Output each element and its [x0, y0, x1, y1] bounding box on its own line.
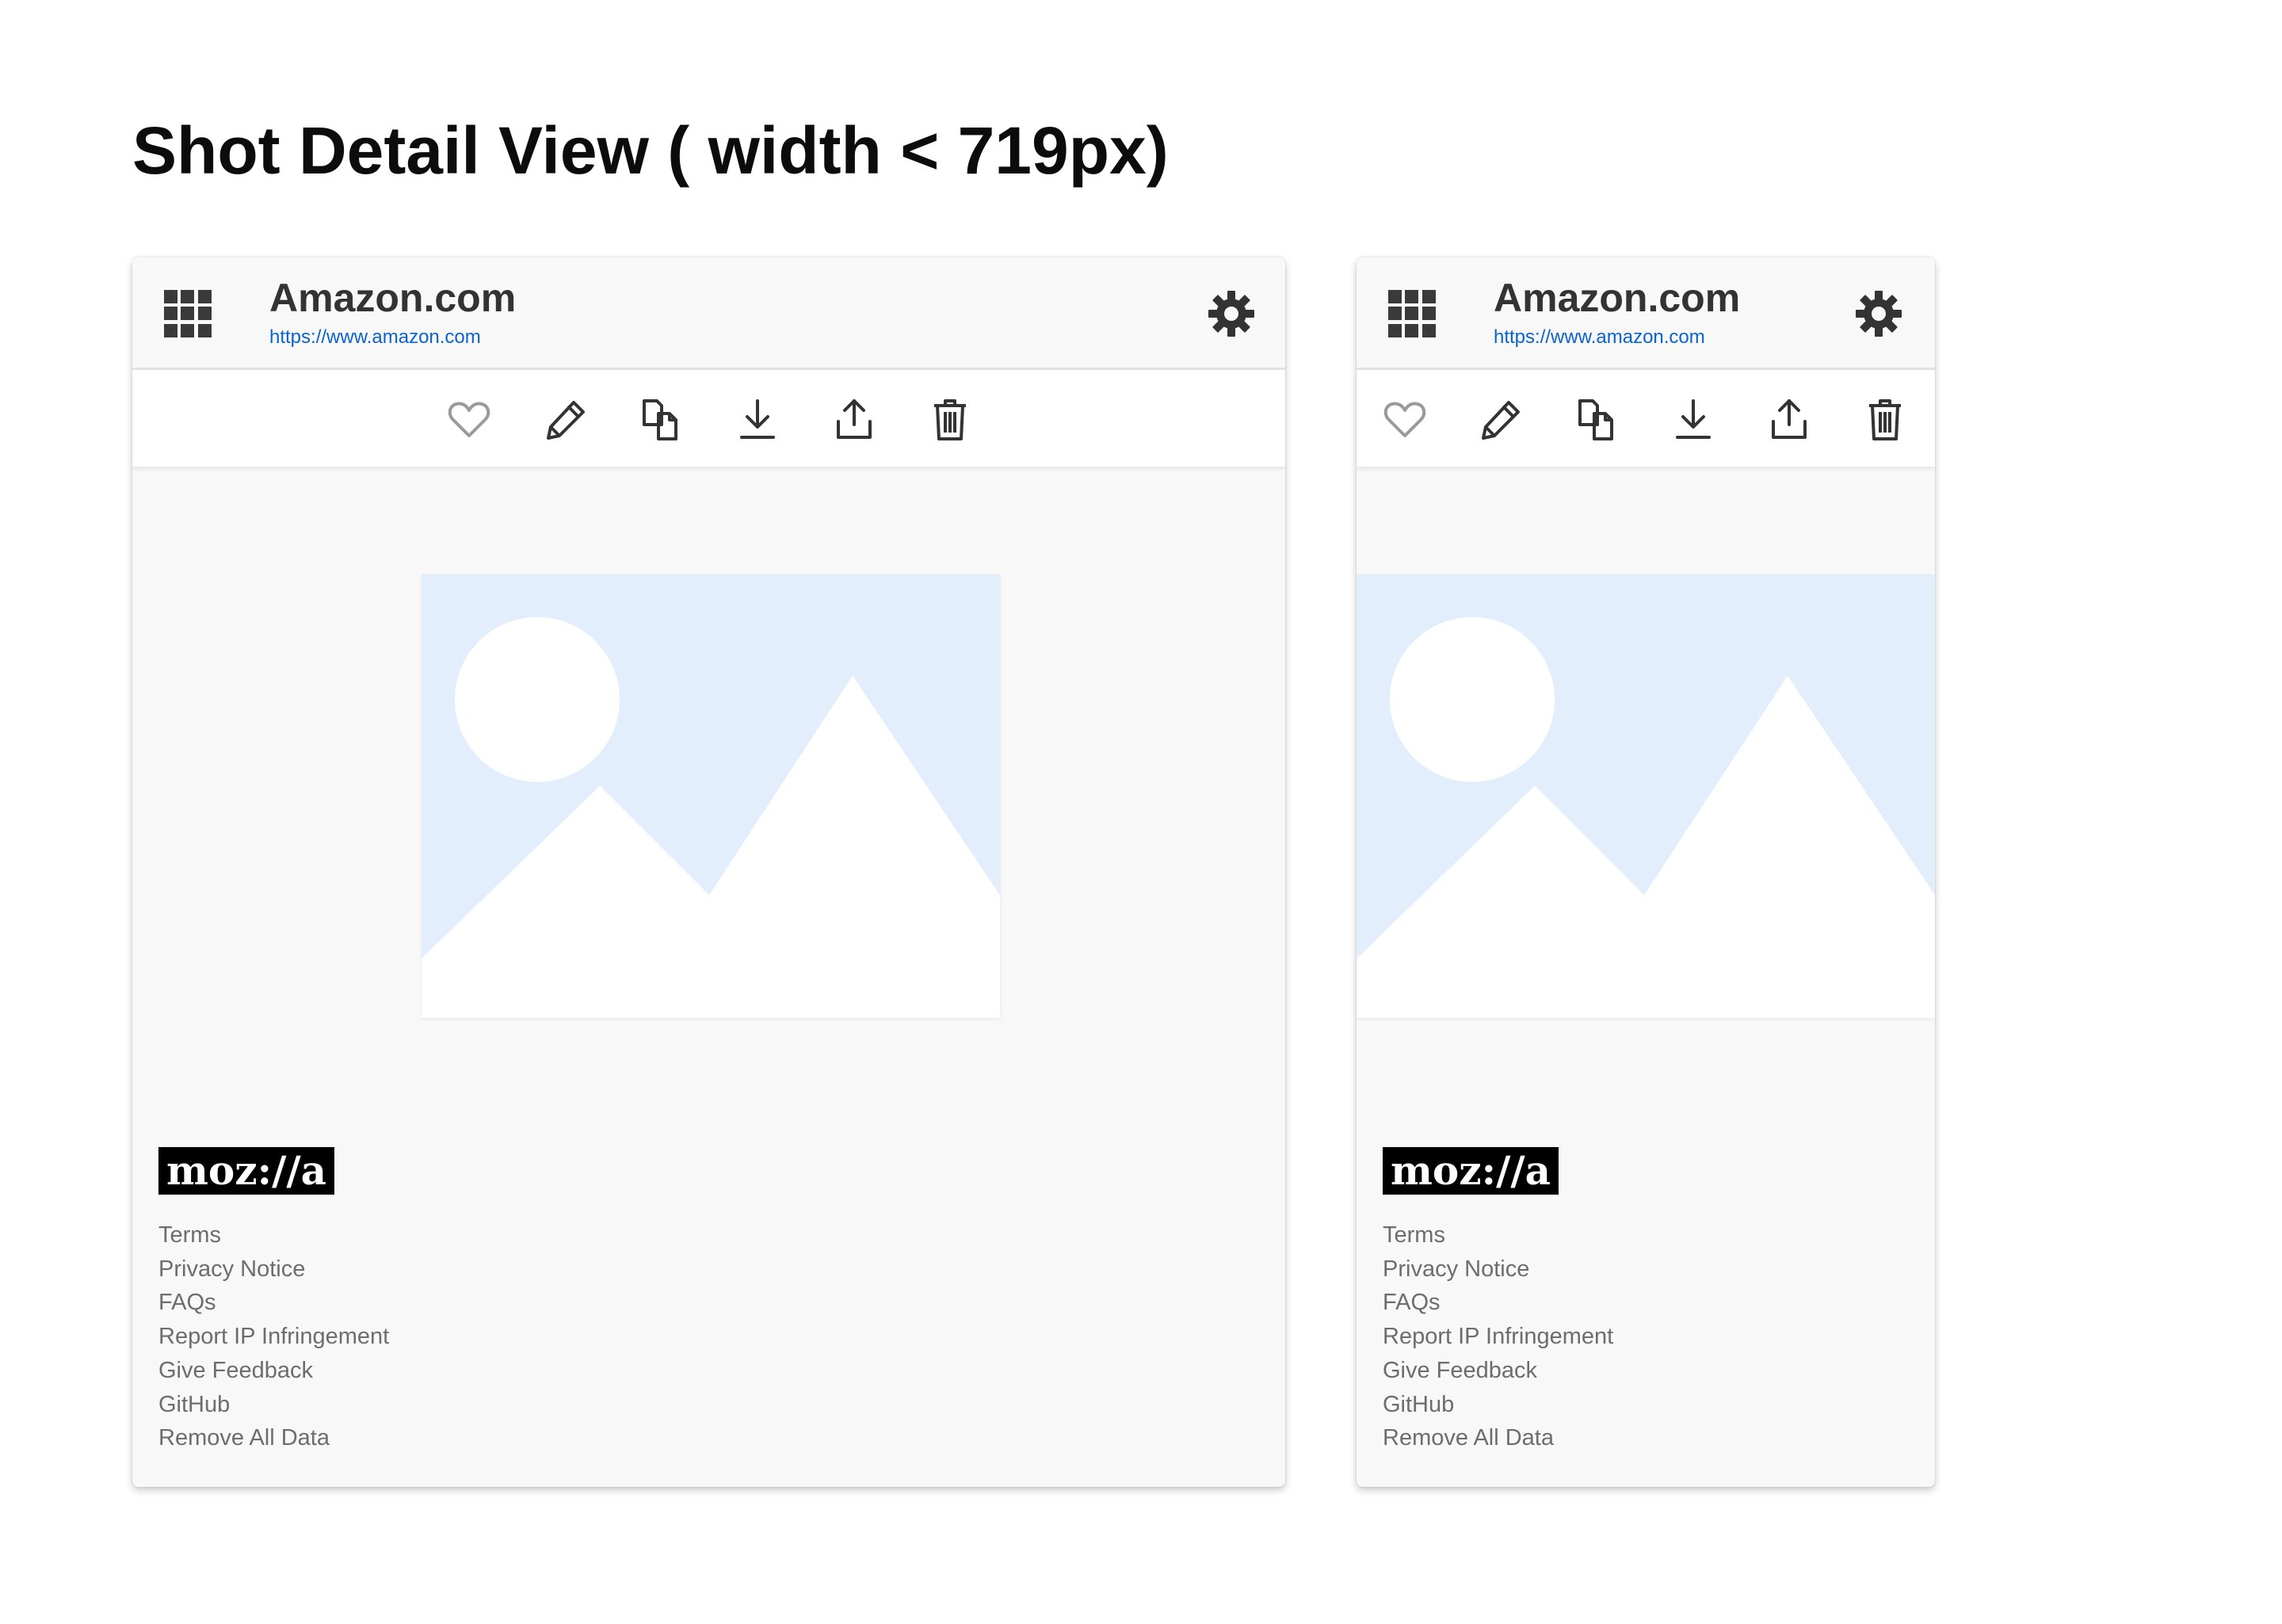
footer: moz://a Terms Privacy Notice FAQs Report…	[1383, 1147, 1613, 1455]
footer-link-github[interactable]: GitHub	[1383, 1388, 1613, 1422]
site-title: Amazon.com	[269, 276, 517, 320]
header: Amazon.com https://www.amazon.com	[132, 257, 1285, 370]
shot-panel-narrow: Amazon.com https://www.amazon.com moz://…	[1357, 257, 1935, 1487]
share-icon[interactable]	[830, 396, 878, 444]
shot-panel-wide: Amazon.com https://www.amazon.com moz://…	[132, 257, 1285, 1487]
footer-link-remove-data[interactable]: Remove All Data	[1383, 1421, 1613, 1455]
footer: moz://a Terms Privacy Notice FAQs Report…	[158, 1147, 389, 1455]
trash-icon[interactable]	[1861, 396, 1909, 444]
footer-link-feedback[interactable]: Give Feedback	[1383, 1354, 1613, 1388]
copy-icon[interactable]	[638, 396, 685, 444]
footer-link-report-ip[interactable]: Report IP Infringement	[1383, 1320, 1613, 1354]
copy-icon[interactable]	[1574, 396, 1621, 444]
action-toolbar	[132, 370, 1285, 467]
mozilla-logo[interactable]: moz://a	[1383, 1147, 1559, 1195]
heart-icon[interactable]	[445, 396, 493, 444]
footer-link-terms[interactable]: Terms	[1383, 1218, 1613, 1252]
settings-gear-icon[interactable]	[1207, 289, 1256, 338]
footer-link-terms[interactable]: Terms	[158, 1218, 389, 1252]
download-icon[interactable]	[1670, 396, 1717, 444]
page-title: Shot Detail View ( width < 719px)	[132, 113, 1169, 188]
action-toolbar	[1357, 370, 1935, 467]
footer-link-privacy[interactable]: Privacy Notice	[1383, 1252, 1613, 1287]
mozilla-logo[interactable]: moz://a	[158, 1147, 335, 1195]
share-icon[interactable]	[1765, 396, 1813, 444]
footer-link-faqs[interactable]: FAQs	[1383, 1286, 1613, 1320]
settings-gear-icon[interactable]	[1854, 289, 1903, 338]
pencil-icon[interactable]	[542, 396, 590, 444]
download-icon[interactable]	[734, 396, 781, 444]
site-title: Amazon.com	[1494, 276, 1741, 320]
footer-link-faqs[interactable]: FAQs	[158, 1286, 389, 1320]
pencil-icon[interactable]	[1477, 396, 1525, 444]
screenshot-image[interactable]	[422, 574, 1000, 1018]
trash-icon[interactable]	[926, 396, 974, 444]
site-url-link[interactable]: https://www.amazon.com	[269, 326, 481, 349]
footer-link-feedback[interactable]: Give Feedback	[158, 1354, 389, 1388]
screenshot-image[interactable]	[1357, 574, 1935, 1018]
header: Amazon.com https://www.amazon.com	[1357, 257, 1935, 370]
footer-link-report-ip[interactable]: Report IP Infringement	[158, 1320, 389, 1354]
footer-links: Terms Privacy Notice FAQs Report IP Infr…	[1383, 1218, 1613, 1455]
heart-icon[interactable]	[1381, 396, 1429, 444]
footer-links: Terms Privacy Notice FAQs Report IP Infr…	[158, 1218, 389, 1455]
grid-icon[interactable]	[1388, 290, 1436, 337]
footer-link-privacy[interactable]: Privacy Notice	[158, 1252, 389, 1287]
footer-link-remove-data[interactable]: Remove All Data	[158, 1421, 389, 1455]
site-url-link[interactable]: https://www.amazon.com	[1494, 326, 1705, 349]
grid-icon[interactable]	[164, 290, 212, 337]
footer-link-github[interactable]: GitHub	[158, 1388, 389, 1422]
